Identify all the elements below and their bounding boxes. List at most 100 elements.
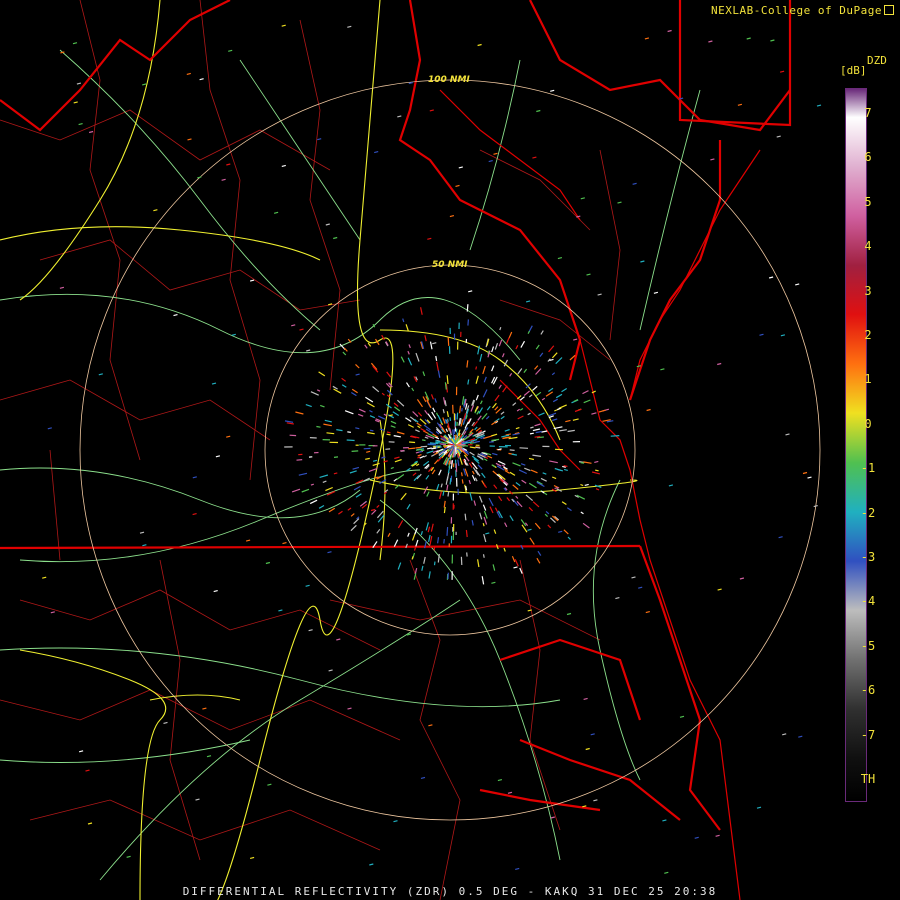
echo-gate <box>431 411 437 419</box>
echo-gate <box>455 184 460 187</box>
echo-gate <box>346 439 355 442</box>
echo-gate <box>532 501 540 508</box>
echo-gate <box>414 527 418 535</box>
echo-gate <box>475 366 478 370</box>
echo-gate <box>365 396 374 403</box>
echo-gate <box>347 431 351 433</box>
echo-gate <box>583 697 588 700</box>
echo-gate <box>483 376 487 383</box>
echo-gate <box>511 453 518 456</box>
echo-gate <box>444 400 447 407</box>
echo-gate <box>563 468 568 471</box>
echo-gate <box>328 669 333 672</box>
echo-gate <box>530 426 534 429</box>
echo-gate <box>347 707 352 710</box>
echo-gate <box>347 25 352 28</box>
echo-gate <box>372 459 378 462</box>
echo-gate <box>498 339 503 347</box>
echo-gate <box>435 441 440 444</box>
echo-gate <box>555 357 563 365</box>
echo-gate <box>78 750 84 753</box>
product-footer: DIFFERENTIAL REFLECTIVITY (ZDR) 0.5 DEG … <box>182 885 718 898</box>
echo-gate <box>756 806 762 809</box>
echo-gate <box>491 438 500 442</box>
echo-gate <box>226 435 231 438</box>
echo-gate <box>565 419 571 423</box>
echo-gate <box>501 353 505 358</box>
echo-gate <box>548 412 557 417</box>
echo-gate <box>464 403 468 410</box>
echo-gate <box>396 431 405 435</box>
echo-gate <box>494 394 500 402</box>
echo-gate <box>447 490 450 497</box>
echo-gate <box>437 414 443 424</box>
echo-gate <box>291 324 296 327</box>
echo-gate <box>231 333 236 336</box>
echo-gate <box>296 459 303 461</box>
echo-gate <box>372 462 380 466</box>
echo-gate <box>537 550 542 556</box>
echo-gate <box>491 365 495 372</box>
echo-gate <box>376 528 381 534</box>
echo-gate <box>350 391 357 397</box>
echo-gate <box>521 524 528 533</box>
echo-gate <box>390 420 397 425</box>
echo-gate <box>408 447 416 450</box>
echo-gate <box>78 123 83 126</box>
echo-gate <box>416 399 423 408</box>
echo-gate <box>493 529 497 534</box>
echo-gate <box>393 820 398 823</box>
echo-gate <box>508 331 513 339</box>
echo-gate <box>457 459 460 466</box>
echo-gate <box>437 537 440 544</box>
echo-gate <box>478 495 483 503</box>
echo-gate <box>505 337 510 345</box>
echo-gate <box>512 462 521 467</box>
echo-gate <box>488 497 494 507</box>
echo-gate <box>536 557 541 564</box>
echo-gate <box>515 867 520 870</box>
echo-gate <box>467 319 469 326</box>
echo-gate <box>426 450 434 454</box>
echo-gate <box>475 394 479 401</box>
echo-gate <box>487 455 493 459</box>
echo-gate <box>536 109 541 113</box>
echo-gate <box>437 369 441 378</box>
echo-gate <box>527 412 531 416</box>
echo-gate <box>595 469 599 472</box>
echo-gate <box>310 483 314 486</box>
echo-gate <box>482 389 488 398</box>
echo-gate <box>443 506 446 514</box>
colorbar-tick: -1 <box>860 461 876 476</box>
echo-gate <box>567 429 575 433</box>
echo-gate <box>442 417 446 424</box>
echo-gate <box>521 479 527 484</box>
echo-gate <box>336 429 343 432</box>
echo-gate <box>513 566 518 569</box>
echo-gate <box>557 407 561 411</box>
echo-gate <box>478 407 484 414</box>
echo-gate <box>645 611 650 614</box>
echo-gate <box>555 393 563 399</box>
echo-gate <box>139 531 145 534</box>
echo-gate <box>497 460 506 466</box>
echo-gate <box>291 488 301 493</box>
echo-gate <box>414 567 418 575</box>
echo-gate <box>226 163 231 166</box>
echo-gate <box>509 515 514 522</box>
echo-gate <box>615 597 620 600</box>
echo-gate <box>539 352 544 357</box>
echo-gate <box>428 534 431 543</box>
echo-gate <box>527 330 531 334</box>
echo-gate <box>325 223 330 226</box>
echo-gate <box>341 384 347 388</box>
echo-gate <box>551 352 558 359</box>
echo-gate <box>420 449 425 452</box>
echo-gate <box>511 555 516 563</box>
echo-gate <box>515 427 520 430</box>
echo-gate <box>393 435 401 438</box>
echo-gate <box>163 721 168 724</box>
echo-gate <box>425 474 430 480</box>
echo-gate <box>468 462 473 468</box>
echo-gate <box>498 384 502 389</box>
